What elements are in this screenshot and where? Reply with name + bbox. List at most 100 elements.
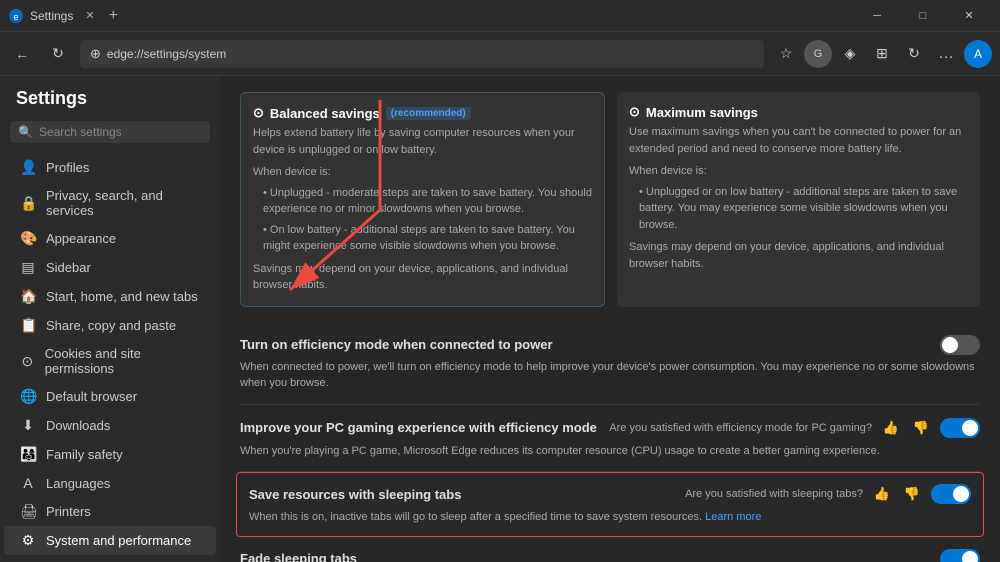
- sidebar-item-privacy[interactable]: 🔒 Privacy, search, and services: [4, 182, 216, 224]
- savings-cards: ⊙ Balanced savings (recommended) Helps e…: [240, 92, 980, 307]
- languages-icon: A: [20, 475, 36, 491]
- fade-sleeping-header: Fade sleeping tabs: [240, 549, 980, 562]
- edge-favicon-icon: e: [8, 8, 24, 24]
- sidebar-item-label: Printers: [46, 504, 91, 519]
- sleeping-tabs-desc: When this is on, inactive tabs will go t…: [249, 509, 971, 526]
- content-wrapper: ⊙ Balanced savings (recommended) Helps e…: [240, 92, 980, 562]
- appearance-icon: 🎨: [20, 230, 36, 247]
- settings-more-icon[interactable]: …: [932, 40, 960, 68]
- sidebar-item-start[interactable]: 🏠 Start, home, and new tabs: [4, 282, 216, 311]
- sidebar-item-reset[interactable]: ↺ Reset settings: [4, 555, 216, 562]
- tab-close-btn[interactable]: ✕: [85, 9, 94, 22]
- recommended-badge: (recommended): [386, 107, 471, 120]
- collections-icon[interactable]: ⊞: [868, 40, 896, 68]
- gaming-efficiency-toggle[interactable]: [940, 418, 980, 438]
- efficiency-power-header: Turn on efficiency mode when connected t…: [240, 335, 980, 355]
- account-avatar[interactable]: A: [964, 40, 992, 68]
- sidebar-item-appearance[interactable]: 🎨 Appearance: [4, 224, 216, 253]
- maximize-btn[interactable]: □: [900, 0, 946, 32]
- fade-sleeping-title: Fade sleeping tabs: [240, 551, 357, 562]
- maximum-savings-card: ⊙ Maximum savings Use maximum savings wh…: [617, 92, 980, 307]
- favorites-icon[interactable]: ☆: [772, 40, 800, 68]
- sleeping-tabs-setting: Save resources with sleeping tabs Are yo…: [236, 472, 984, 537]
- gaming-satisfaction-label: Are you satisfied with efficiency mode f…: [609, 422, 872, 434]
- sidebar-item-label: Profiles: [46, 160, 89, 175]
- sidebar-item-sidebar[interactable]: ▤ Sidebar: [4, 253, 216, 282]
- back-btn[interactable]: ←: [8, 40, 36, 68]
- balanced-bullet-1: • Unplugged - moderate steps are taken t…: [263, 185, 592, 218]
- sidebar-item-label: Family safety: [46, 447, 123, 462]
- gaming-efficiency-desc: When you're playing a PC game, Microsoft…: [240, 443, 980, 460]
- learn-more-link[interactable]: Learn more: [705, 511, 761, 523]
- main-layout: Settings 🔍 👤 Profiles 🔒 Privacy, search,…: [0, 76, 1000, 562]
- gaming-efficiency-controls: Are you satisfied with efficiency mode f…: [609, 417, 980, 439]
- edge-icon: ⊕: [90, 46, 101, 62]
- balanced-card-desc: Helps extend battery life by saving comp…: [253, 125, 592, 158]
- sidebar-item-label: System and performance: [46, 533, 191, 548]
- sidebar-icon: ▤: [20, 259, 36, 276]
- sidebar-item-share[interactable]: 📋 Share, copy and paste: [4, 311, 216, 340]
- sidebar-item-label: Share, copy and paste: [46, 318, 176, 333]
- sleeping-tabs-toggle[interactable]: [931, 484, 971, 504]
- address-bar[interactable]: ⊕ edge://settings/system: [80, 40, 764, 68]
- privacy-icon: 🔒: [20, 195, 36, 212]
- profiles-icon: 👤: [20, 159, 36, 176]
- sidebar-title: Settings: [0, 88, 220, 121]
- close-btn[interactable]: ✕: [946, 0, 992, 32]
- sleeping-tabs-title: Save resources with sleeping tabs: [249, 487, 461, 502]
- efficiency-power-desc: When connected to power, we'll turn on e…: [240, 359, 980, 392]
- refresh-page-icon[interactable]: ↻: [900, 40, 928, 68]
- sidebar-item-label: Appearance: [46, 231, 116, 246]
- default-browser-icon: 🌐: [20, 388, 36, 405]
- search-input[interactable]: [39, 125, 202, 139]
- sidebar-item-family[interactable]: 👨‍👩‍👧 Family safety: [4, 440, 216, 469]
- sidebar-item-label: Cookies and site permissions: [45, 346, 200, 376]
- sleeping-tabs-controls: Are you satisfied with sleeping tabs? 👍 …: [685, 483, 971, 505]
- sidebar-item-label: Start, home, and new tabs: [46, 289, 198, 304]
- sidebar-item-label: Default browser: [46, 389, 137, 404]
- sleeping-thumbup-btn[interactable]: 👍: [871, 483, 893, 505]
- sidebar-item-downloads[interactable]: ⬇ Downloads: [4, 411, 216, 440]
- system-icon: ⚙: [20, 532, 36, 549]
- gaming-thumbdown-btn[interactable]: 👎: [910, 417, 932, 439]
- browser-chrome: ← ↻ ⊕ edge://settings/system ☆ G ◈ ⊞ ↻ ……: [0, 32, 1000, 76]
- gaming-thumbup-btn[interactable]: 👍: [880, 417, 902, 439]
- fade-sleeping-toggle[interactable]: [940, 549, 980, 562]
- gaming-efficiency-header: Improve your PC gaming experience with e…: [240, 417, 980, 439]
- efficiency-power-setting: Turn on efficiency mode when connected t…: [240, 323, 980, 405]
- balanced-savings-card: ⊙ Balanced savings (recommended) Helps e…: [240, 92, 605, 307]
- printers-icon: 🖨: [20, 503, 36, 520]
- sleeping-thumbdown-btn[interactable]: 👎: [901, 483, 923, 505]
- sidebar-item-printers[interactable]: 🖨 Printers: [4, 497, 216, 526]
- maximum-card-desc: Use maximum savings when you can't be co…: [629, 124, 968, 157]
- sidebar-item-label: Sidebar: [46, 260, 91, 275]
- maximum-card-title: ⊙ Maximum savings: [629, 104, 968, 120]
- sidebar-item-cookies[interactable]: ⊙ Cookies and site permissions: [4, 340, 216, 382]
- sidebar-item-profiles[interactable]: 👤 Profiles: [4, 153, 216, 182]
- refresh-btn[interactable]: ↻: [44, 40, 72, 68]
- maximum-bullet-1: • Unplugged or on low battery - addition…: [639, 184, 968, 234]
- gaming-efficiency-title: Improve your PC gaming experience with e…: [240, 420, 597, 435]
- sleeping-satisfaction-label: Are you satisfied with sleeping tabs?: [685, 488, 863, 500]
- downloads-icon: ⬇: [20, 417, 36, 434]
- max-battery-icon: ⊙: [629, 104, 640, 120]
- sidebar-search[interactable]: 🔍: [10, 121, 210, 143]
- tab-title: Settings: [30, 9, 73, 23]
- profile-circle-icon[interactable]: G: [804, 40, 832, 68]
- balanced-card-title: ⊙ Balanced savings (recommended): [253, 105, 592, 121]
- minimize-btn[interactable]: ─: [854, 0, 900, 32]
- sidebar-item-label: Privacy, search, and services: [46, 188, 200, 218]
- url-text: edge://settings/system: [107, 47, 226, 61]
- wallet-icon[interactable]: ◈: [836, 40, 864, 68]
- sidebar-item-default-browser[interactable]: 🌐 Default browser: [4, 382, 216, 411]
- sidebar-item-system[interactable]: ⚙ System and performance: [4, 526, 216, 555]
- maximum-when-label: When device is:: [629, 163, 968, 180]
- window-controls: ─ □ ✕: [854, 0, 992, 32]
- sidebar-item-label: Languages: [46, 476, 110, 491]
- efficiency-power-toggle[interactable]: [940, 335, 980, 355]
- fade-sleeping-setting: Fade sleeping tabs Tabs will appear fade…: [240, 537, 980, 562]
- sidebar-item-languages[interactable]: A Languages: [4, 469, 216, 497]
- cookies-icon: ⊙: [20, 353, 35, 370]
- efficiency-power-title: Turn on efficiency mode when connected t…: [240, 337, 553, 352]
- new-tab-btn[interactable]: +: [109, 7, 118, 25]
